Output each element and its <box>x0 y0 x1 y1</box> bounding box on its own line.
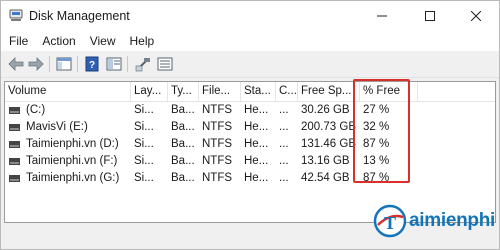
free-space-cell: 13.16 GB <box>301 155 350 167</box>
file-system-cell: NTFS <box>202 121 233 133</box>
capacity-cell: ... <box>279 155 289 167</box>
svg-text:?: ? <box>89 60 95 71</box>
type-cell: Ba... <box>171 172 195 184</box>
taimienphi-watermark: T aimienphi <box>371 199 497 245</box>
layout-cell: Si... <box>134 172 154 184</box>
maximize-icon <box>425 11 435 21</box>
close-button[interactable] <box>453 1 499 31</box>
column-header-file-system[interactable]: File... <box>199 82 241 101</box>
layout-cell: Si... <box>134 138 154 150</box>
drive-icon <box>9 175 20 182</box>
console-tree-icon <box>56 57 72 71</box>
toolbar-separator <box>127 56 128 72</box>
connect-icon <box>135 58 150 72</box>
layout-cell: Si... <box>134 121 154 133</box>
type-cell: Ba... <box>171 121 195 133</box>
minimize-icon <box>377 15 387 17</box>
free-space-cell: 42.54 GB <box>301 172 350 184</box>
capacity-cell: ... <box>279 104 289 116</box>
column-header-status[interactable]: Sta... <box>241 82 276 101</box>
type-cell: Ba... <box>171 104 195 116</box>
free-space-cell: 131.46 GB <box>301 138 356 150</box>
properties-button[interactable] <box>105 55 123 73</box>
status-cell: He... <box>244 172 269 184</box>
free-space-cell: 200.73 GB <box>301 121 356 133</box>
show-hide-button[interactable] <box>156 55 174 73</box>
percent-free-highlight-box <box>353 79 410 183</box>
maximize-button[interactable] <box>407 1 453 31</box>
volume-name: MavisVi (E:) <box>26 121 88 133</box>
free-space-cell: 30.26 GB <box>301 104 350 116</box>
table-row[interactable]: Taimienphi.vn (D:) Si... Ba... NTFS He..… <box>5 136 495 153</box>
connect-button[interactable] <box>134 55 152 73</box>
drive-icon <box>9 141 20 148</box>
table-row[interactable]: (C:) Si... Ba... NTFS He... ... 30.26 GB… <box>5 102 495 119</box>
minimize-button[interactable] <box>359 1 405 31</box>
file-system-cell: NTFS <box>202 138 233 150</box>
file-system-cell: NTFS <box>202 172 233 184</box>
drive-icon <box>9 124 20 131</box>
status-cell: He... <box>244 138 269 150</box>
help-icon: ? <box>85 56 99 72</box>
table-row[interactable]: Taimienphi.vn (F:) Si... Ba... NTFS He..… <box>5 153 495 170</box>
help-button[interactable]: ? <box>83 55 101 73</box>
menu-file[interactable]: File <box>3 34 34 48</box>
type-cell: Ba... <box>171 138 195 150</box>
status-cell: He... <box>244 121 269 133</box>
table-row[interactable]: Taimienphi.vn (G:) Si... Ba... NTFS He..… <box>5 170 495 187</box>
window-title: Disk Management <box>29 9 130 23</box>
volume-name: Taimienphi.vn (G:) <box>26 172 120 184</box>
toolbar-separator <box>77 56 78 72</box>
drive-icon <box>9 107 20 114</box>
disk-management-icon <box>9 9 23 21</box>
capacity-cell: ... <box>279 138 289 150</box>
volume-name: Taimienphi.vn (F:) <box>26 155 118 167</box>
layout-cell: Si... <box>134 104 154 116</box>
menu-action[interactable]: Action <box>36 34 81 48</box>
type-cell: Ba... <box>171 155 195 167</box>
taimienphi-logo-icon: T <box>373 204 407 238</box>
disk-management-window: Disk Management File Action View Help ? … <box>0 0 500 250</box>
capacity-cell: ... <box>279 172 289 184</box>
status-cell: He... <box>244 104 269 116</box>
column-header-row: Volume Lay... Ty... File... Sta... C... … <box>5 82 495 102</box>
menu-view[interactable]: View <box>84 34 122 48</box>
column-header-type[interactable]: Ty... <box>168 82 199 101</box>
column-header-capacity[interactable]: C... <box>276 82 298 101</box>
menu-bar: File Action View Help <box>1 31 499 51</box>
column-header-layout[interactable]: Lay... <box>131 82 168 101</box>
close-icon <box>471 11 481 21</box>
console-tree-button[interactable] <box>55 55 73 73</box>
back-button[interactable] <box>7 55 25 73</box>
status-cell: He... <box>244 155 269 167</box>
capacity-cell: ... <box>279 121 289 133</box>
column-header-free-space[interactable]: Free Sp... <box>298 82 360 101</box>
file-system-cell: NTFS <box>202 104 233 116</box>
back-arrow-icon <box>8 57 24 71</box>
svg-text:T: T <box>384 213 396 233</box>
toolbar-separator <box>49 56 50 72</box>
table-row[interactable]: MavisVi (E:) Si... Ba... NTFS He... ... … <box>5 119 495 136</box>
forward-arrow-icon <box>28 57 44 71</box>
forward-button[interactable] <box>27 55 45 73</box>
drive-icon <box>9 158 20 165</box>
column-header-volume[interactable]: Volume <box>5 82 131 101</box>
volume-name: (C:) <box>26 104 46 116</box>
watermark-text: aimienphi <box>409 210 495 231</box>
menu-help[interactable]: Help <box>124 34 161 48</box>
layout-cell: Si... <box>134 155 154 167</box>
title-bar: Disk Management <box>1 1 499 31</box>
show-hide-icon <box>157 57 173 71</box>
properties-icon <box>106 57 122 71</box>
toolbar: ? <box>1 51 499 78</box>
volume-name: Taimienphi.vn (D:) <box>26 138 119 150</box>
file-system-cell: NTFS <box>202 155 233 167</box>
